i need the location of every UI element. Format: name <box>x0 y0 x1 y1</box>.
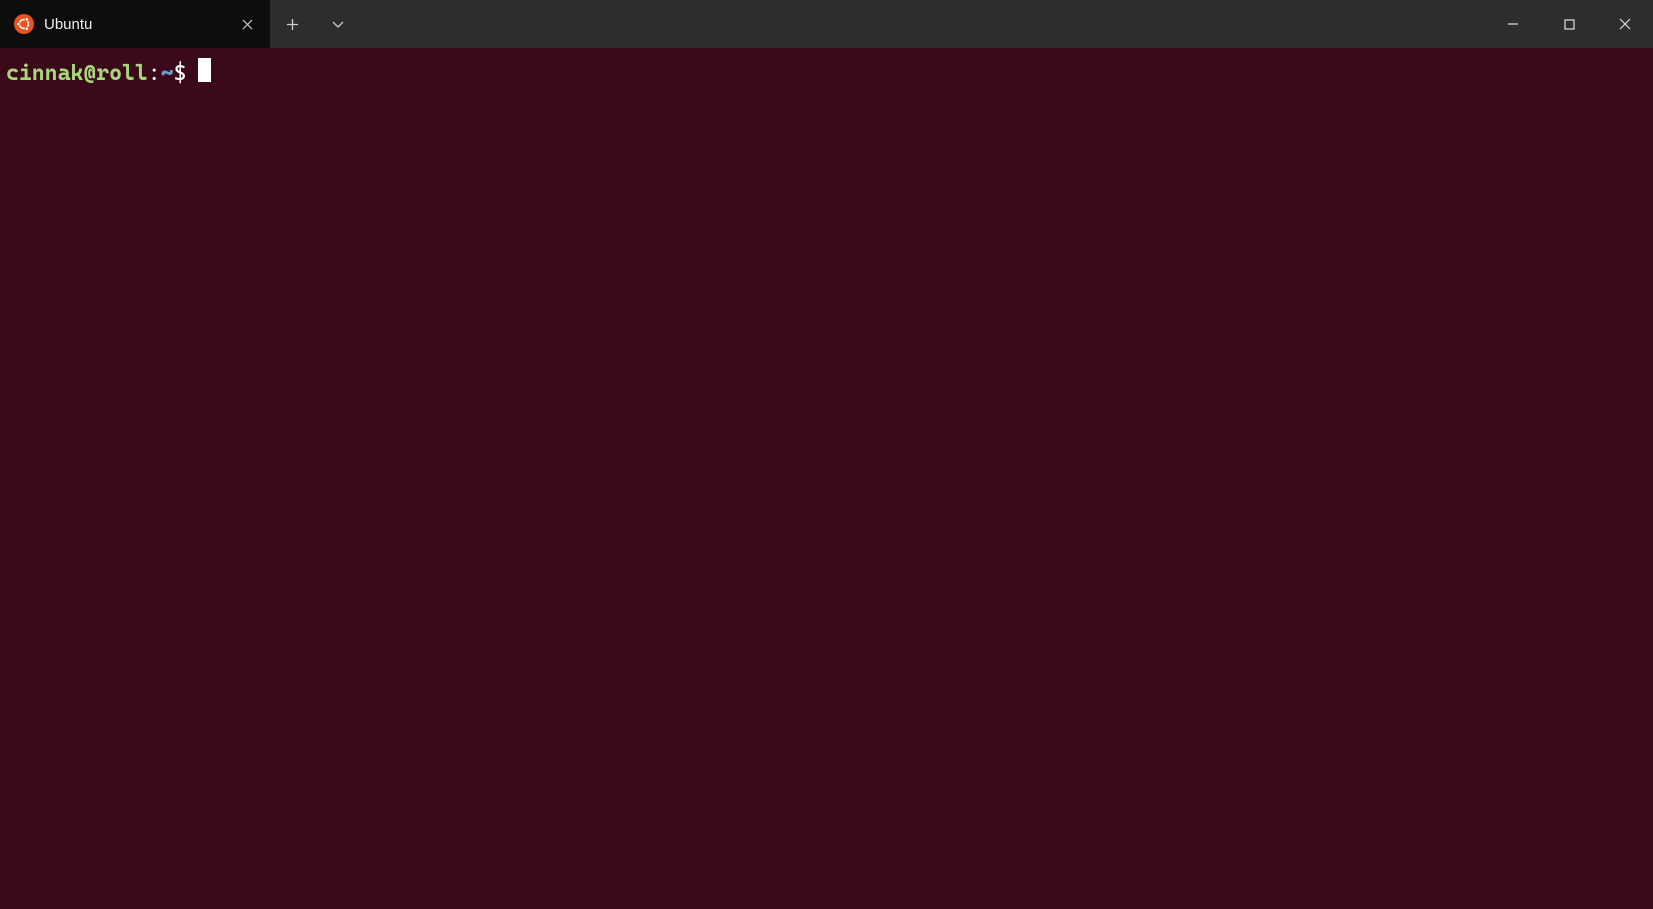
prompt-separator: : <box>148 61 161 87</box>
tab-dropdown-button[interactable] <box>315 0 360 48</box>
prompt-path: ~ <box>161 61 174 87</box>
terminal-viewport[interactable]: cinnak@roll:~$ <box>0 48 1653 909</box>
tab-ubuntu[interactable]: Ubuntu <box>0 0 270 48</box>
tab-label: Ubuntu <box>44 16 228 33</box>
prompt-user-host: cinnak@roll <box>6 61 148 87</box>
prompt-symbol: $ <box>174 61 187 87</box>
prompt-line: cinnak@roll:~$ <box>6 56 1647 87</box>
new-tab-button[interactable] <box>270 0 315 48</box>
terminal-cursor <box>198 58 211 82</box>
tab-close-button[interactable] <box>236 13 258 35</box>
ubuntu-logo-icon <box>14 14 34 34</box>
window-titlebar: Ubuntu <box>0 0 1653 48</box>
tabs-area: Ubuntu <box>0 0 360 48</box>
minimize-button[interactable] <box>1485 0 1541 48</box>
close-window-button[interactable] <box>1597 0 1653 48</box>
window-controls <box>1485 0 1653 48</box>
maximize-button[interactable] <box>1541 0 1597 48</box>
titlebar-drag-area[interactable] <box>360 0 1485 48</box>
